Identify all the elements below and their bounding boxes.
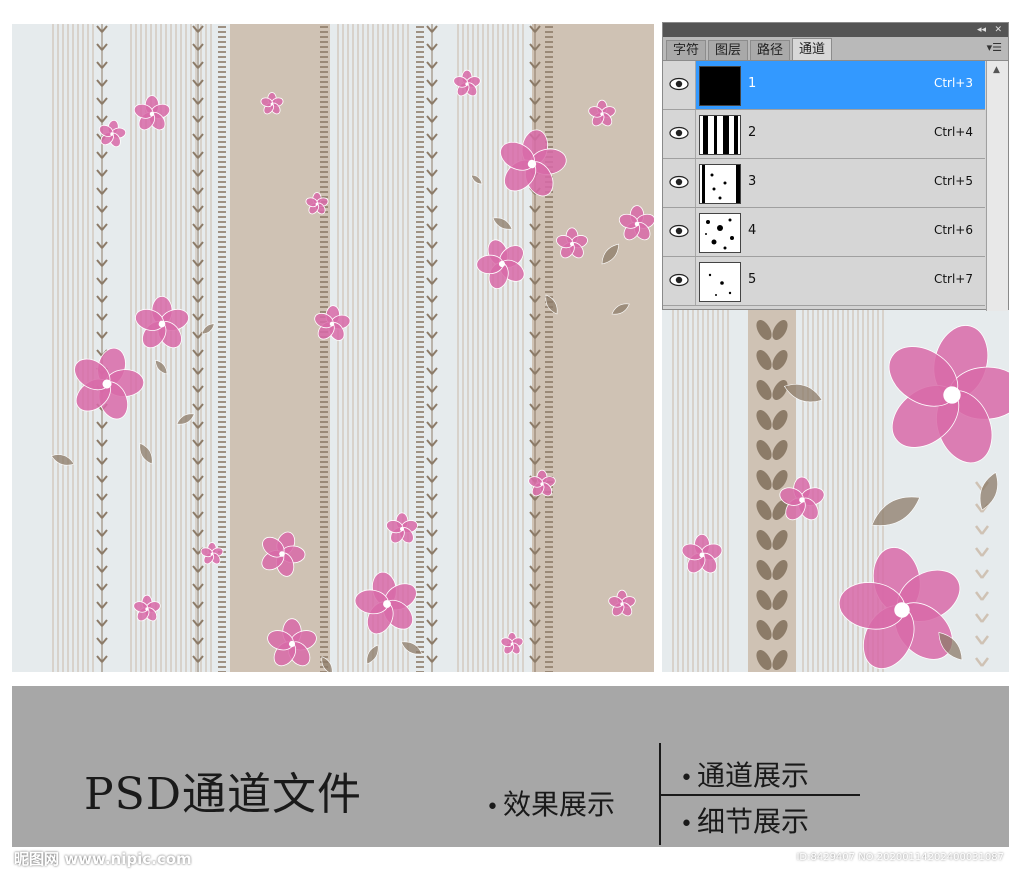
tab-channels[interactable]: 通道	[792, 38, 833, 60]
channel-name: 1	[748, 76, 757, 91]
pattern-preview	[12, 24, 654, 672]
channel-thumbnail	[699, 262, 741, 302]
channels-label: 通道展示	[696, 759, 809, 792]
site-watermark: 昵图网 www.nipic.com	[14, 850, 192, 868]
detail-preview	[662, 310, 1009, 672]
channel-row-4[interactable]: 4 Ctrl+6	[663, 208, 985, 257]
scroll-up-icon[interactable]: ▲	[993, 65, 1000, 75]
eye-icon[interactable]	[667, 72, 691, 96]
channel-shortcut: Ctrl+5	[933, 174, 973, 188]
channel-name: 5	[748, 272, 757, 287]
channel-shortcut: Ctrl+3	[933, 76, 973, 90]
floral-detail-pattern	[662, 310, 1009, 672]
channel-name: 4	[748, 223, 757, 238]
eye-icon[interactable]	[667, 170, 691, 194]
eye-icon[interactable]	[667, 121, 691, 145]
floral-stripe-pattern	[12, 24, 654, 672]
tab-paths[interactable]: 路径	[750, 40, 791, 60]
collapse-icon[interactable]: ◂◂	[977, 23, 986, 37]
effect-item: • 效果展示	[486, 788, 615, 821]
panel-titlebar: ◂◂ ✕	[663, 23, 1008, 37]
channels-item: • 通道展示	[680, 759, 809, 792]
close-icon[interactable]: ✕	[994, 23, 1002, 37]
detail-label: 细节展示	[696, 805, 809, 838]
panel-menu-icon[interactable]: ▾☰	[987, 41, 1002, 54]
banner-title: PSD通道文件	[84, 769, 363, 820]
panel-tabs: 字符 图层 路径 通道 ▾☰	[663, 37, 1008, 61]
effect-label: 效果展示	[502, 788, 615, 821]
channel-row-3[interactable]: 3 Ctrl+5	[663, 159, 985, 208]
tab-layers[interactable]: 图层	[708, 40, 749, 60]
detail-item: • 细节展示	[680, 805, 809, 838]
eye-icon[interactable]	[667, 268, 691, 292]
channel-name: 2	[748, 125, 757, 140]
channel-thumbnail	[699, 213, 741, 253]
channel-name: 3	[748, 174, 757, 189]
channel-list: 1 Ctrl+3 2 Ctrl+4 3 Ctrl+5 4 Ctrl+6 5 Ct…	[663, 61, 985, 306]
channel-shortcut: Ctrl+4	[933, 125, 973, 139]
channel-row-1[interactable]: 1 Ctrl+3	[663, 61, 985, 110]
channel-shortcut: Ctrl+7	[933, 272, 973, 286]
eye-icon[interactable]	[667, 219, 691, 243]
channel-thumbnail	[699, 115, 741, 155]
channel-row-5[interactable]: 5 Ctrl+7	[663, 257, 985, 306]
divider-horizontal	[659, 794, 860, 796]
channels-panel: ◂◂ ✕ 字符 图层 路径 通道 ▾☰ 1 Ctrl+3 2 Ctrl+4 3 …	[662, 22, 1009, 311]
info-banner: PSD通道文件 • 效果展示 • 通道展示 • 细节展示	[12, 686, 1009, 847]
tab-character[interactable]: 字符	[666, 40, 707, 60]
channel-thumbnail	[699, 66, 741, 106]
channel-shortcut: Ctrl+6	[933, 223, 973, 237]
channel-row-2[interactable]: 2 Ctrl+4	[663, 110, 985, 159]
panel-scrollbar[interactable]: ▲	[986, 61, 1008, 311]
channel-thumbnail	[699, 164, 741, 204]
image-id: ID:8429407 NO:20200114202400031087	[796, 852, 1004, 863]
